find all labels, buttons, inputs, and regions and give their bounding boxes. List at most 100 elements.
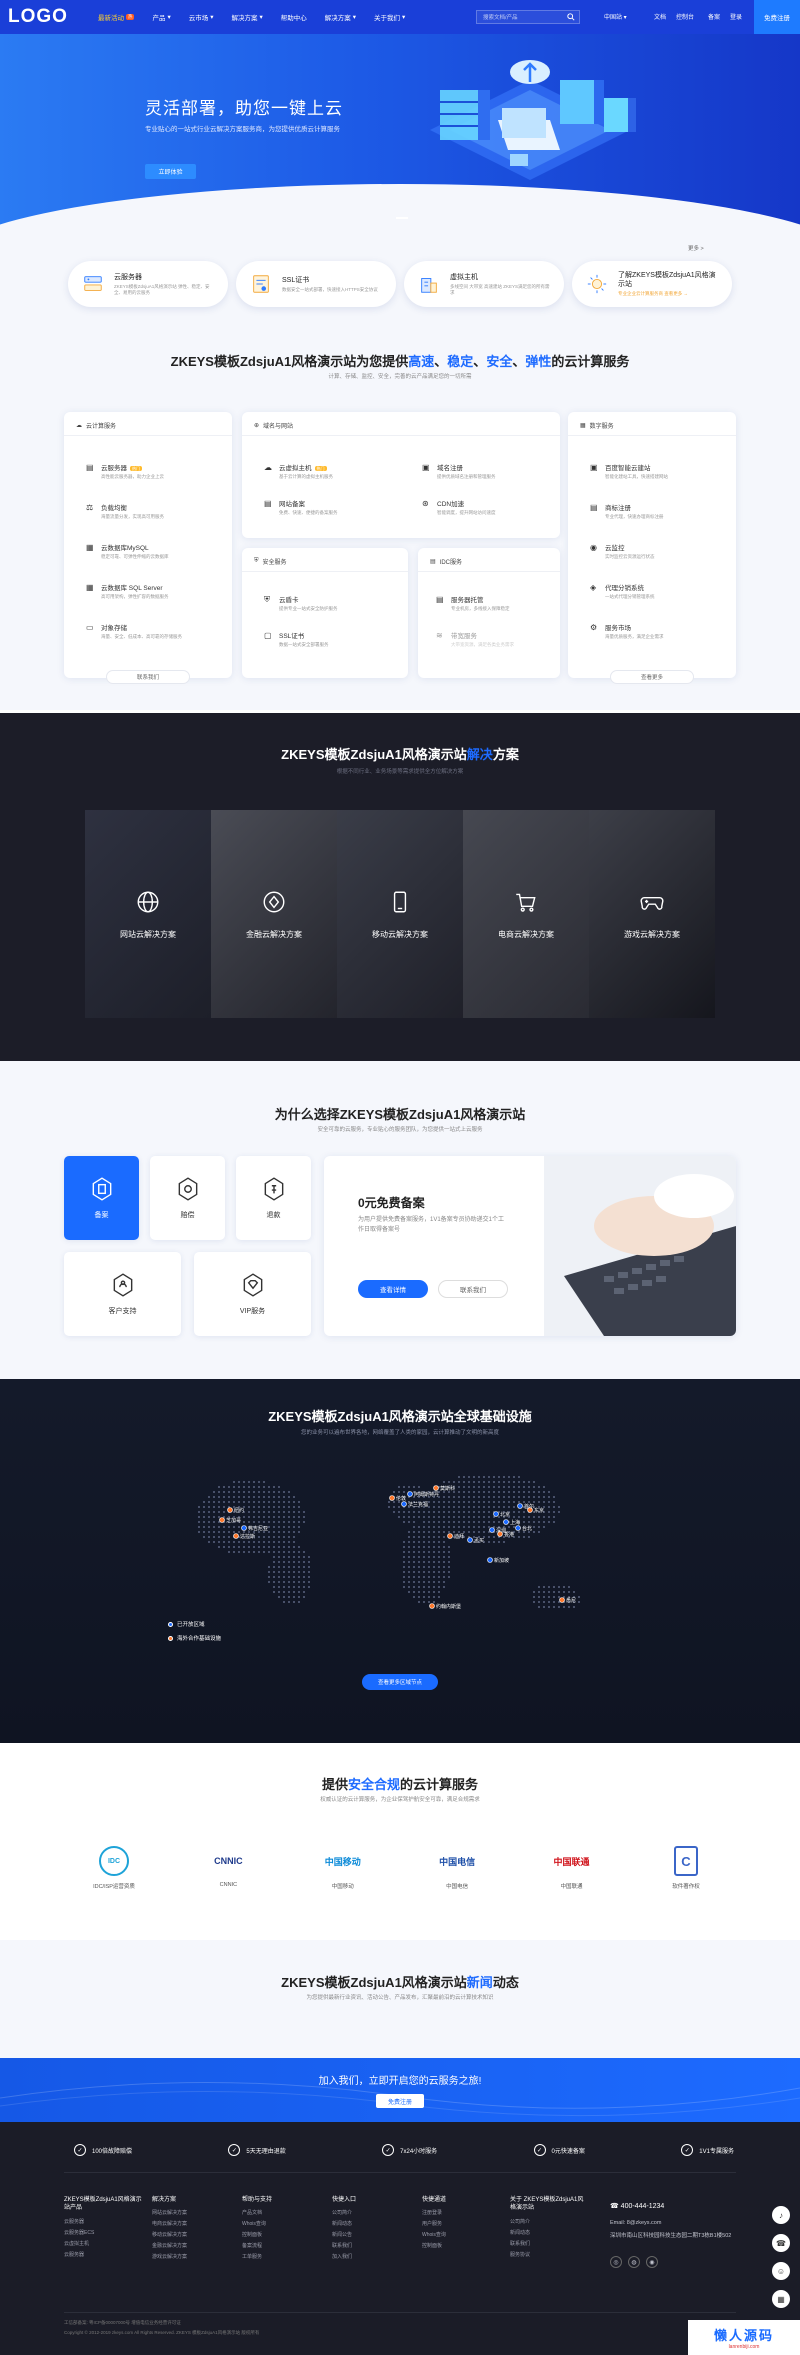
footer-link[interactable]: Whois查询 xyxy=(422,2230,500,2241)
footer-link[interactable]: 新闻动态 xyxy=(510,2228,588,2239)
product-mysql[interactable]: ▦ 云数据库MySQL 稳定可靠、可弹性伸缩的云数据库 xyxy=(86,542,169,560)
solution-finance[interactable]: 金融云解决方案 xyxy=(211,810,337,1018)
footer-link[interactable]: 控制面板 xyxy=(422,2241,500,2252)
solution-website[interactable]: 网站云解决方案 xyxy=(85,810,211,1018)
quick-card-cloud-server[interactable]: 云服务器 ZKEYS模板ZdsjuA1风格演示站 弹性、稳定、安全、易用的云服务 xyxy=(68,261,228,307)
map-node[interactable] xyxy=(429,1603,435,1609)
footer-link[interactable]: 控制面板 xyxy=(242,2230,320,2241)
quick-card-vhost[interactable]: 虚拟主机 多线空间 大带宽 高速建站 ZKEYS满足您的所有需求 xyxy=(404,261,564,307)
product-market[interactable]: ⚙ 服务市场 海量优质服务，满足企业需求 xyxy=(590,622,664,640)
map-node[interactable] xyxy=(233,1533,239,1539)
footer-link[interactable]: 游戏云解决方案 xyxy=(152,2252,230,2263)
footer-link[interactable]: 云服务器 xyxy=(64,2217,142,2228)
product-sqlserver[interactable]: ▦ 云数据库 SQL Server 高可用架构，弹性扩容的数据服务 xyxy=(86,582,169,600)
map-node[interactable] xyxy=(493,1511,499,1517)
logo[interactable]: LOGO xyxy=(8,6,68,28)
more-link[interactable]: 更多 > xyxy=(688,244,704,252)
map-node[interactable] xyxy=(467,1537,473,1543)
phone-icon[interactable]: ☎ xyxy=(772,2234,790,2252)
map-node[interactable] xyxy=(241,1525,247,1531)
quick-card-about[interactable]: 了解ZKEYS模板ZdsjuA1风格演示站 专业企业云计算服务商 查看更多 → xyxy=(572,261,732,307)
product-load-balancer[interactable]: ⚖ 负载均衡 海量流量分发，实现高可用服务 xyxy=(86,502,164,520)
nav-item-about[interactable]: 关于我们 ▾ xyxy=(374,12,405,22)
nav-item-products[interactable]: 产品 ▾ xyxy=(152,12,170,22)
map-node[interactable] xyxy=(227,1507,233,1513)
nav-link-login[interactable]: 登录 xyxy=(730,12,742,21)
map-node[interactable] xyxy=(401,1501,407,1507)
footer-link[interactable]: 新闻公告 xyxy=(332,2230,410,2241)
product-domain-reg[interactable]: ▣ 域名注册 提供优质域名注册和管理服务 xyxy=(422,462,496,480)
footer-link[interactable]: 用户服务 xyxy=(422,2219,500,2230)
nav-item-solutions[interactable]: 解决方案 ▾ xyxy=(231,12,262,22)
footer-link[interactable]: 产品文档 xyxy=(242,2208,320,2219)
footer-link[interactable]: 云服务器ECS xyxy=(64,2228,142,2239)
product-vhost[interactable]: ☁ 云虚拟主机 热门 基于云计算的虚拟主机服务 xyxy=(264,462,333,480)
nav-link-record[interactable]: 备案 xyxy=(708,12,720,21)
footer-link[interactable]: 电商云解决方案 xyxy=(152,2219,230,2230)
footer-link[interactable]: 公司简介 xyxy=(332,2208,410,2219)
map-node[interactable] xyxy=(559,1597,565,1603)
solution-mobile[interactable]: 移动云解决方案 xyxy=(337,810,463,1018)
quick-card-ssl[interactable]: SSL证书 数据安全一站式部署，快速接入HTTPS安全协议 xyxy=(236,261,396,307)
contact-us-button[interactable]: 联系我们 xyxy=(438,1280,508,1298)
footer-link[interactable]: 工单服务 xyxy=(242,2252,320,2263)
footer-link[interactable]: 联系我们 xyxy=(510,2239,588,2250)
wechat-icon[interactable]: ◍ xyxy=(628,2256,640,2268)
contact-button[interactable]: 联系我们 xyxy=(106,670,190,684)
product-ssl[interactable]: ▢ SSL证书 数据一站式安全部署服务 xyxy=(264,630,329,648)
footer-link[interactable]: 云虚拟主机 xyxy=(64,2239,142,2250)
map-node[interactable] xyxy=(407,1491,413,1497)
solution-game[interactable]: 游戏云解决方案 xyxy=(589,810,715,1018)
footer-link[interactable]: 联系我们 xyxy=(332,2241,410,2252)
why-card-support[interactable]: 客户支持 xyxy=(64,1252,181,1336)
nav-link-console[interactable]: 控制台 xyxy=(676,12,694,21)
search-input[interactable]: 搜索文档/产品 xyxy=(476,10,580,24)
nav-item-market[interactable]: 云市场 ▾ xyxy=(189,12,214,22)
language-select[interactable]: 中国站 ▾ xyxy=(604,12,627,21)
footer-link[interactable]: 注册登录 xyxy=(422,2208,500,2219)
product-shield[interactable]: ⛨ 云盾卡 提供专业一站式安全防护服务 xyxy=(264,594,338,612)
join-register-button[interactable]: 免费注册 xyxy=(376,2094,424,2108)
map-node[interactable] xyxy=(489,1527,495,1533)
map-node[interactable] xyxy=(503,1519,509,1525)
why-card-refund[interactable]: 退款 xyxy=(236,1156,311,1240)
footer-link[interactable]: 网站云解决方案 xyxy=(152,2208,230,2219)
product-monitor[interactable]: ◉ 云监控 实时监控云资源运行状态 xyxy=(590,542,655,560)
footer-link[interactable]: 移动云解决方案 xyxy=(152,2230,230,2241)
weibo-icon[interactable]: ◎ xyxy=(610,2256,622,2268)
qq-icon[interactable]: ◉ xyxy=(646,2256,658,2268)
nav-item-activity[interactable]: 最新活动 热 xyxy=(98,12,135,22)
why-card-compensation[interactable]: 赔偿 xyxy=(150,1156,225,1240)
qrcode-icon[interactable]: ▦ xyxy=(772,2290,790,2308)
footer-link[interactable]: 云服务器 xyxy=(64,2250,142,2261)
footer-link[interactable]: 服务协议 xyxy=(510,2250,588,2261)
map-node[interactable] xyxy=(515,1525,521,1531)
bell-icon[interactable]: ♪ xyxy=(772,2206,790,2224)
map-node[interactable] xyxy=(389,1495,395,1501)
hero-cta-button[interactable]: 立即体验 xyxy=(145,164,196,179)
nav-item-solutions-2[interactable]: 解决方案 ▾ xyxy=(325,12,356,22)
view-details-button[interactable]: 查看详情 xyxy=(358,1280,428,1298)
footer-link[interactable]: Whois查询 xyxy=(242,2219,320,2230)
footer-link[interactable]: 公司简介 xyxy=(510,2217,588,2228)
product-agent[interactable]: ◈ 代理分销系统 一站式代理分销管理系统 xyxy=(590,582,655,600)
more-nodes-button[interactable]: 查看更多区域节点 xyxy=(362,1674,438,1690)
support-icon[interactable]: ☺ xyxy=(772,2262,790,2280)
nav-link-docs[interactable]: 文档 xyxy=(654,12,666,21)
carousel-indicator[interactable] xyxy=(396,217,408,219)
view-more-button[interactable]: 查看更多 xyxy=(610,670,694,684)
footer-link[interactable]: 备案流程 xyxy=(242,2241,320,2252)
why-card-vip[interactable]: VIP服务 xyxy=(194,1252,311,1336)
nav-item-help[interactable]: 帮助中心 xyxy=(281,12,307,22)
product-hosting[interactable]: ▤ 服务器托管 专业机房，多线接入保障稳定 xyxy=(436,594,510,612)
product-cdn[interactable]: ⊛ CDN加速 智能调度，提升网站访问速度 xyxy=(422,498,496,516)
map-node[interactable] xyxy=(487,1557,493,1563)
footer-link[interactable]: 金融云解决方案 xyxy=(152,2241,230,2252)
map-node[interactable] xyxy=(517,1503,523,1509)
product-trademark[interactable]: ▤ 商标注册 专业代理，快速办理商标注册 xyxy=(590,502,664,520)
solution-ecommerce[interactable]: 电商云解决方案 xyxy=(463,810,589,1018)
footer-link[interactable]: 新闻动态 xyxy=(332,2219,410,2230)
register-button[interactable]: 免费注册 xyxy=(754,0,800,34)
map-node[interactable] xyxy=(433,1485,439,1491)
footer-link[interactable]: 加入我们 xyxy=(332,2252,410,2263)
